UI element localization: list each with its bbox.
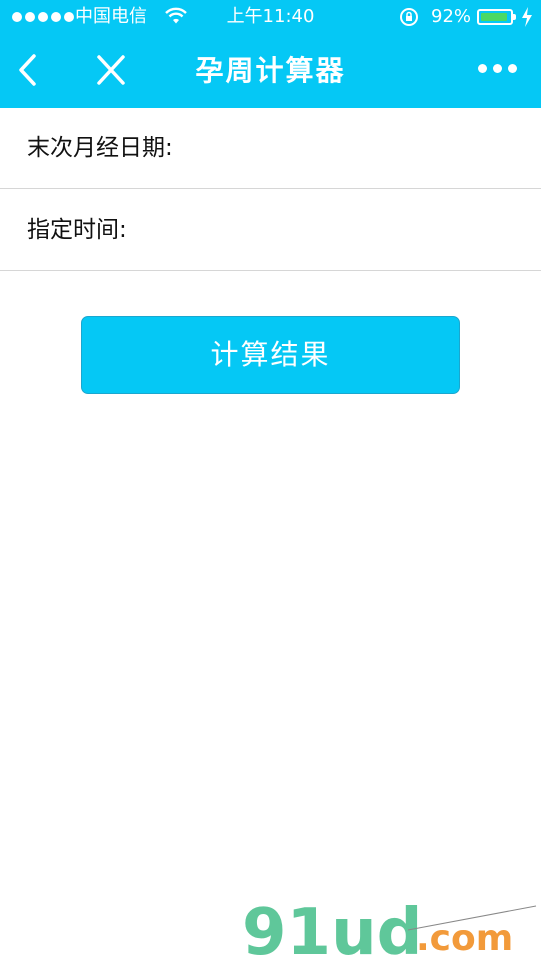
specified-time-row: 指定时间: (0, 190, 541, 271)
status-bar: 中国电信 上午11:40 92% (0, 0, 541, 34)
battery-level (481, 13, 507, 21)
svg-text:91ud: 91ud (242, 896, 422, 960)
last-period-row: 末次月经日期: (0, 108, 541, 189)
last-period-picker[interactable] (210, 108, 521, 189)
specified-time-label: 指定时间: (27, 217, 127, 243)
battery-percent: 92% (431, 6, 472, 27)
last-period-label: 末次月经日期: (27, 135, 173, 161)
calculate-button[interactable]: 计算结果 (81, 316, 460, 394)
more-icon[interactable] (478, 64, 517, 73)
navigation-bar: 孕周计算器 (0, 34, 541, 108)
svg-text:.com: .com (416, 918, 513, 959)
rotation-lock-icon (400, 8, 418, 26)
watermark-logo: 91ud .com (242, 896, 537, 960)
specified-time-picker[interactable] (210, 190, 521, 271)
battery-icon (477, 9, 513, 25)
page-title: 孕周计算器 (195, 54, 346, 87)
charging-icon (522, 7, 532, 27)
header: 中国电信 上午11:40 92% 孕周计算器 (0, 0, 541, 108)
battery-tip (513, 14, 516, 20)
